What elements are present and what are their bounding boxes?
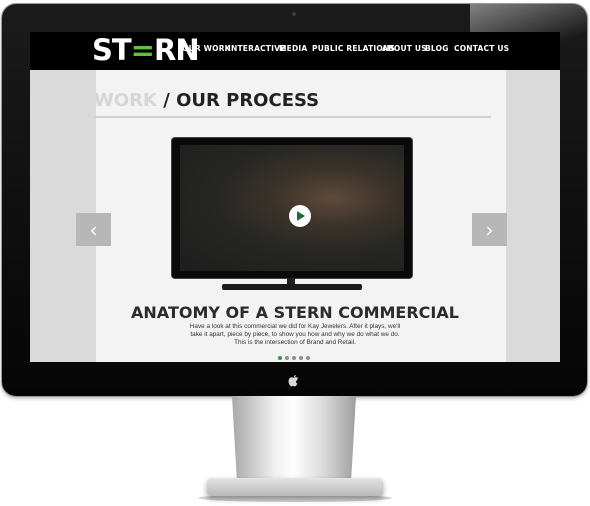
title-divider — [94, 116, 491, 118]
slide-headline: ANATOMY OF A STERN COMMERCIAL — [131, 303, 459, 322]
video-player[interactable] — [180, 145, 404, 271]
nav-contact-us[interactable]: CONTACT US — [454, 44, 509, 53]
logo-accent: = — [130, 33, 155, 67]
nav-interactive[interactable]: INTERACTIVE — [228, 44, 285, 53]
nav-blog[interactable]: BLOG — [425, 44, 449, 53]
pagination-dot-1[interactable] — [278, 356, 282, 360]
slide-description: Have a look at this commercial we did fo… — [170, 323, 420, 348]
chevron-right-icon: › — [485, 218, 494, 242]
carousel-next-button[interactable]: › — [472, 213, 507, 246]
tv-stand-base — [222, 284, 362, 290]
carousel-prev-button[interactable]: ‹ — [76, 213, 111, 246]
description-line: take it apart, piece by piece, to show y… — [190, 331, 400, 339]
chevron-left-icon: ‹ — [89, 218, 98, 242]
nav-media[interactable]: MEDIA — [279, 44, 307, 53]
play-icon[interactable] — [289, 205, 311, 227]
pagination-dot-2[interactable] — [285, 356, 289, 360]
monitor-stand — [232, 396, 356, 482]
apple-icon — [288, 375, 299, 387]
video-tv-frame — [172, 138, 412, 278]
nav-our-work[interactable]: OUR WORK — [182, 44, 231, 53]
pagination-dot-4[interactable] — [299, 356, 303, 360]
pagination-dot-5[interactable] — [306, 356, 310, 360]
breadcrumb-work-link[interactable]: WORK — [94, 90, 157, 111]
description-line: Have a look at this commercial we did fo… — [189, 323, 401, 330]
breadcrumb-separator: / — [156, 90, 177, 111]
nav-about-us[interactable]: ABOUT US — [382, 44, 427, 53]
page-title: WORK / OUR PROCESS — [94, 90, 319, 111]
camera — [292, 12, 296, 16]
top-navigation: ST=RN OUR WORK INTERACTIVE MEDIA PUBLIC … — [30, 32, 560, 70]
breadcrumb-current: OUR PROCESS — [176, 90, 320, 111]
pagination-dot-3[interactable] — [292, 356, 296, 360]
monitor-base — [207, 478, 383, 496]
screen: ST=RN OUR WORK INTERACTIVE MEDIA PUBLIC … — [30, 32, 560, 362]
description-line: This is the intersection of Brand and Re… — [234, 339, 356, 347]
logo-text-prefix: ST — [92, 33, 132, 67]
